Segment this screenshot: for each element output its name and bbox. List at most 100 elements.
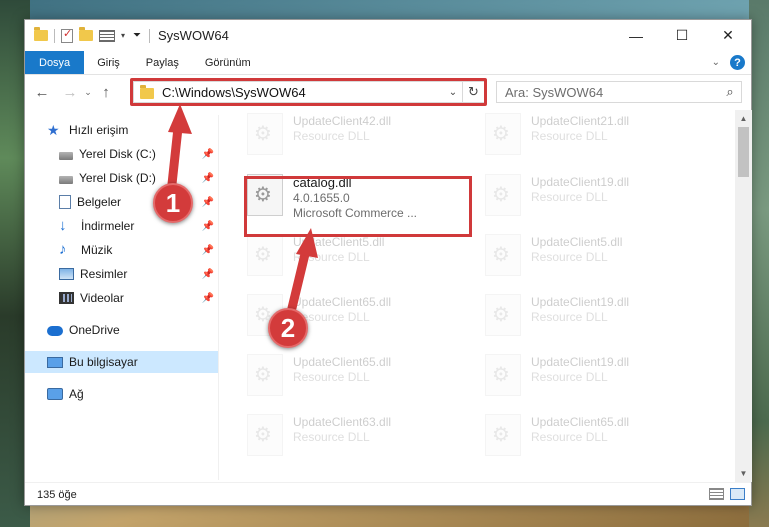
- file-tile[interactable]: ⚙ UpdateClient19.dll Resource DLL: [485, 351, 715, 407]
- file-tile[interactable]: ⚙ UpdateClient63.dll Resource DLL: [247, 411, 477, 467]
- back-button[interactable]: ←: [31, 82, 53, 104]
- file-name: UpdateClient5.dll: [293, 235, 385, 249]
- toolbar-separator: [54, 28, 55, 43]
- file-tile[interactable]: ⚙ UpdateClient19.dll Resource DLL: [485, 291, 715, 347]
- music-icon: ♪: [59, 241, 67, 258]
- address-row: ← → ⌄ ↑ C:\Windows\SysWOW64 ⌄ ↻ ⌕: [25, 75, 751, 110]
- view-toggles: [709, 488, 745, 500]
- documents-icon: [59, 195, 71, 209]
- item-count: 135 öğe: [37, 488, 77, 501]
- maximize-button[interactable]: ☐: [659, 20, 705, 51]
- tab-view[interactable]: Görünüm: [192, 51, 264, 74]
- address-bar-highlight: [130, 78, 487, 106]
- file-name: UpdateClient21.dll: [531, 114, 630, 128]
- tiles-view-icon[interactable]: [730, 488, 745, 500]
- pin-icon[interactable]: 📌: [202, 293, 214, 304]
- up-button[interactable]: ↑: [95, 82, 117, 104]
- tab-home[interactable]: Giriş: [84, 51, 133, 74]
- close-button[interactable]: ✕: [705, 20, 751, 51]
- file-type: Resource DLL: [293, 310, 370, 324]
- dll-file-icon: ⚙: [485, 414, 521, 456]
- vertical-scrollbar[interactable]: ▲ ▼: [735, 110, 752, 482]
- nav-item-local-disk-c[interactable]: Yerel Disk (C:) 📌: [25, 143, 218, 165]
- file-name: UpdateClient42.dll: [293, 114, 392, 128]
- file-tile[interactable]: ⚙ UpdateClient65.dll Resource DLL: [485, 411, 715, 467]
- file-type: Resource DLL: [531, 250, 608, 264]
- pin-icon[interactable]: 📌: [202, 269, 214, 280]
- nav-network[interactable]: Ağ: [25, 383, 218, 405]
- minimize-button[interactable]: —: [613, 20, 659, 51]
- dll-file-icon: ⚙: [247, 414, 283, 456]
- status-bar: 135 öğe: [25, 482, 751, 506]
- search-input[interactable]: [505, 84, 719, 100]
- desktop-background-right: [749, 0, 769, 527]
- nav-quick-access[interactable]: ★ Hızlı erişim: [25, 119, 218, 141]
- scrollbar-thumb[interactable]: [738, 127, 749, 177]
- customize-toolbar-icon[interactable]: ⏷: [133, 30, 141, 41]
- nav-item-music[interactable]: ♪ Müzik 📌: [25, 239, 218, 261]
- details-view-icon[interactable]: [709, 488, 724, 500]
- disk-icon: [59, 151, 73, 160]
- file-tile[interactable]: ⚙ UpdateClient21.dll Resource DLL: [485, 110, 715, 166]
- help-icon[interactable]: ?: [730, 55, 745, 70]
- window-title: SysWOW64: [158, 28, 229, 43]
- nav-item-downloads[interactable]: ↓ İndirmeler 📌: [25, 215, 218, 237]
- nav-label: Yerel Disk (D:): [79, 171, 156, 185]
- chevron-down-icon[interactable]: ▾: [121, 31, 125, 40]
- nav-item-local-disk-d[interactable]: Yerel Disk (D:) 📌: [25, 167, 218, 189]
- properties-icon[interactable]: [61, 27, 73, 43]
- scroll-up-icon[interactable]: ▲: [735, 110, 752, 127]
- forward-button[interactable]: →: [59, 82, 81, 104]
- dll-file-icon: ⚙: [247, 354, 283, 396]
- nav-label: Belgeler: [77, 195, 122, 209]
- file-type: Resource DLL: [293, 250, 370, 264]
- new-folder-icon[interactable]: [79, 27, 93, 41]
- dll-file-icon: ⚙: [247, 113, 283, 155]
- ribbon-right-controls: ⌄ ?: [712, 55, 745, 70]
- file-tile[interactable]: ⚙ UpdateClient42.dll Resource DLL: [247, 110, 477, 166]
- videos-icon: [59, 292, 74, 304]
- file-tile[interactable]: ⚙ UpdateClient65.dll Resource DLL: [247, 351, 477, 407]
- file-name: UpdateClient65.dll: [531, 415, 630, 429]
- gear-icon: ⚙: [492, 364, 510, 386]
- gear-icon: ⚙: [254, 123, 272, 145]
- gear-icon: ⚙: [492, 424, 510, 446]
- view-icon[interactable]: [99, 29, 115, 42]
- pin-icon[interactable]: 📌: [202, 221, 214, 232]
- nav-onedrive[interactable]: OneDrive: [25, 319, 218, 341]
- network-icon: [47, 388, 63, 400]
- pin-icon[interactable]: 📌: [202, 197, 214, 208]
- recent-locations-button[interactable]: ⌄: [81, 82, 95, 104]
- file-explorer-window: ▾ ⏷ SysWOW64 — ☐ ✕ Dosya Giriş Paylaş Gö…: [24, 19, 752, 506]
- pin-icon[interactable]: 📌: [202, 173, 214, 184]
- quick-access-toolbar: ▾ ⏷: [25, 27, 141, 43]
- file-type: Resource DLL: [531, 370, 608, 384]
- title-separator: [149, 28, 151, 43]
- pin-icon[interactable]: 📌: [202, 149, 214, 160]
- computer-icon: [47, 356, 63, 368]
- step-1-badge: 1: [153, 183, 193, 223]
- file-name: UpdateClient19.dll: [531, 355, 630, 369]
- nav-label: Hızlı erişim: [69, 123, 129, 137]
- dll-file-icon: ⚙: [485, 113, 521, 155]
- star-icon: ★: [47, 122, 60, 138]
- file-tile[interactable]: ⚙ UpdateClient5.dll Resource DLL: [485, 231, 715, 287]
- disk-icon: [59, 175, 73, 184]
- nav-this-pc[interactable]: Bu bilgisayar: [25, 351, 218, 373]
- expand-ribbon-icon[interactable]: ⌄: [712, 57, 720, 68]
- scroll-down-icon[interactable]: ▼: [735, 465, 752, 482]
- nav-item-videos[interactable]: Videolar 📌: [25, 287, 218, 309]
- search-icon[interactable]: ⌕: [719, 84, 741, 100]
- file-tile[interactable]: ⚙ UpdateClient5.dll Resource DLL: [247, 231, 477, 287]
- tab-share[interactable]: Paylaş: [133, 51, 192, 74]
- tab-file[interactable]: Dosya: [25, 51, 85, 74]
- pin-icon[interactable]: 📌: [202, 245, 214, 256]
- title-bar: ▾ ⏷ SysWOW64 — ☐ ✕: [25, 20, 751, 51]
- file-type: Resource DLL: [531, 129, 608, 143]
- gear-icon: ⚙: [254, 424, 272, 446]
- dll-file-icon: ⚙: [485, 174, 521, 216]
- file-tile[interactable]: ⚙ UpdateClient19.dll Resource DLL: [485, 171, 715, 227]
- downloads-icon: ↓: [59, 217, 67, 234]
- search-box[interactable]: ⌕: [496, 81, 742, 103]
- nav-item-pictures[interactable]: Resimler 📌: [25, 263, 218, 285]
